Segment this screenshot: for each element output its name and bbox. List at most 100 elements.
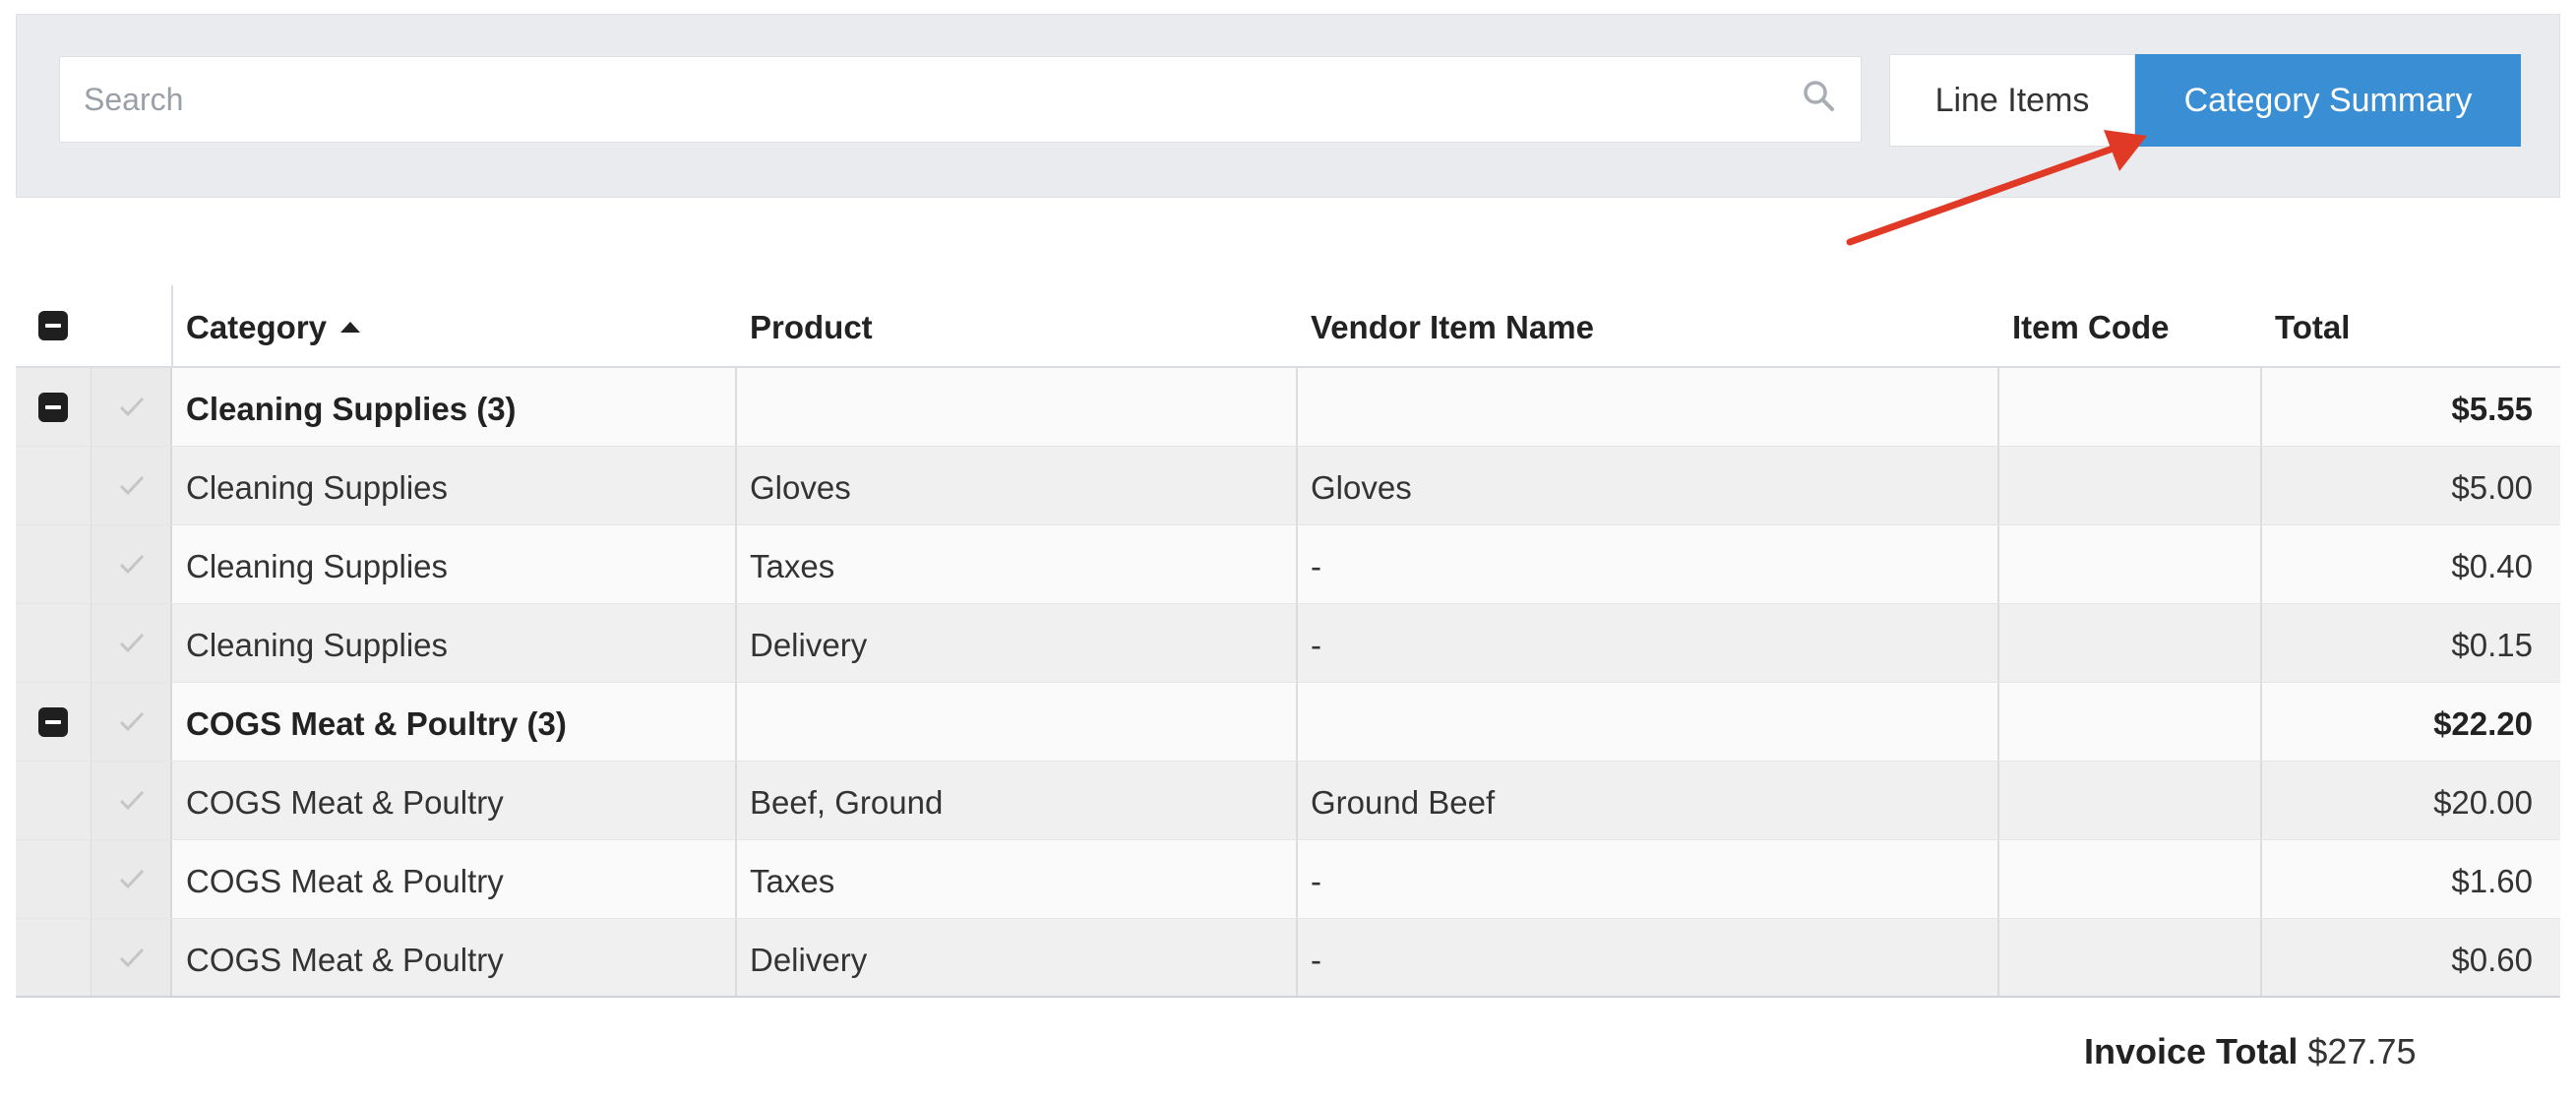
category-cell: COGS Meat & Poultry — [186, 863, 504, 899]
search-input[interactable] — [60, 57, 1861, 142]
column-divider — [2260, 447, 2262, 524]
product-cell: Taxes — [750, 863, 835, 899]
collapse-group-icon[interactable] — [38, 707, 68, 737]
column-divider — [2260, 525, 2262, 603]
total-cell: $0.15 — [2451, 627, 2533, 663]
column-divider — [735, 525, 737, 603]
category-header-label: Category — [186, 309, 328, 345]
group-row[interactable]: COGS Meat & Poultry (3) $22.20 — [16, 683, 2560, 762]
column-divider — [1296, 919, 1298, 996]
column-divider — [735, 368, 737, 446]
row-control-cell — [16, 447, 92, 524]
column-header-total[interactable]: Total — [2275, 309, 2350, 346]
vendor-item-name-cell: Ground Beef — [1311, 784, 1496, 821]
category-cell: COGS Meat & Poultry — [186, 784, 504, 821]
total-cell: $1.60 — [2451, 863, 2533, 899]
collapse-all-icon[interactable] — [38, 311, 68, 340]
vendor-item-name-cell: - — [1311, 942, 1321, 978]
column-divider — [2260, 604, 2262, 682]
table-row[interactable]: COGS Meat & Poultry Taxes - $1.60 — [16, 840, 2560, 919]
category-summary-button[interactable]: Category Summary — [2135, 54, 2521, 147]
table-row[interactable]: COGS Meat & Poultry Beef, Ground Ground … — [16, 762, 2560, 840]
row-check-cell — [92, 762, 172, 839]
column-divider — [735, 919, 737, 996]
row-check-cell — [92, 683, 172, 761]
invoice-total-value: $27.75 — [2307, 1031, 2417, 1071]
column-divider — [1997, 368, 1999, 446]
column-divider — [1997, 525, 1999, 603]
vendor-item-name-cell: Gloves — [1311, 469, 1412, 506]
row-control-cell — [16, 762, 92, 839]
column-divider — [1997, 919, 1999, 996]
search-box — [59, 56, 1862, 143]
row-check-cell — [92, 447, 172, 524]
column-divider — [2260, 840, 2262, 918]
view-toggle: Line Items Category Summary — [1889, 54, 2521, 147]
column-header-product[interactable]: Product — [750, 309, 873, 346]
search-icon[interactable] — [1800, 77, 1839, 116]
header-divider — [171, 285, 173, 366]
category-cell: Cleaning Supplies — [186, 548, 449, 584]
row-control-cell — [16, 683, 92, 761]
row-check-cell — [92, 604, 172, 682]
group-row[interactable]: Cleaning Supplies (3) $5.55 — [16, 368, 2560, 447]
group-total-cell: $22.20 — [2433, 705, 2533, 742]
category-cell: COGS Meat & Poultry — [186, 942, 504, 978]
column-divider — [2260, 762, 2262, 839]
total-cell: $0.60 — [2451, 942, 2533, 978]
column-header-item-code[interactable]: Item Code — [2012, 309, 2170, 346]
vendor-item-name-cell: - — [1311, 548, 1321, 584]
column-divider — [1997, 447, 1999, 524]
check-icon[interactable] — [118, 710, 146, 732]
column-header-category[interactable]: Category — [186, 309, 361, 346]
row-control-cell — [16, 368, 92, 446]
row-check-cell — [92, 919, 172, 996]
check-icon[interactable] — [118, 789, 146, 811]
column-divider — [1296, 525, 1298, 603]
check-icon[interactable] — [118, 868, 146, 889]
group-total-cell: $5.55 — [2451, 391, 2533, 427]
column-divider — [735, 604, 737, 682]
product-cell: Delivery — [750, 627, 868, 663]
column-divider — [1296, 447, 1298, 524]
total-cell: $5.00 — [2451, 469, 2533, 506]
check-icon[interactable] — [118, 474, 146, 496]
line-items-button[interactable]: Line Items — [1889, 54, 2135, 147]
column-divider — [735, 762, 737, 839]
table-row[interactable]: Cleaning Supplies Gloves Gloves $5.00 — [16, 447, 2560, 525]
row-control-cell — [16, 525, 92, 603]
row-control-cell — [16, 919, 92, 996]
invoice-total-label: Invoice Total — [2084, 1031, 2299, 1071]
row-control-cell — [16, 604, 92, 682]
column-divider — [1997, 604, 1999, 682]
column-divider — [735, 683, 737, 761]
row-check-cell — [92, 840, 172, 918]
row-control-cell — [16, 840, 92, 918]
vendor-item-name-cell: - — [1311, 627, 1321, 663]
check-icon[interactable] — [118, 553, 146, 575]
table-row[interactable]: Cleaning Supplies Delivery - $0.15 — [16, 604, 2560, 683]
column-divider — [1296, 762, 1298, 839]
table-row[interactable]: Cleaning Supplies Taxes - $0.40 — [16, 525, 2560, 604]
check-icon[interactable] — [118, 947, 146, 968]
row-check-cell — [92, 525, 172, 603]
toolbar: Line Items Category Summary — [16, 14, 2560, 198]
check-icon[interactable] — [118, 396, 146, 417]
column-divider — [1296, 840, 1298, 918]
table-header: Category Product Vendor Item Name Item C… — [16, 285, 2560, 368]
category-cell: Cleaning Supplies — [186, 469, 449, 506]
column-divider — [2260, 919, 2262, 996]
check-icon[interactable] — [118, 632, 146, 653]
column-divider — [2260, 683, 2262, 761]
column-header-vendor-item-name[interactable]: Vendor Item Name — [1311, 309, 1594, 346]
collapse-group-icon[interactable] — [38, 393, 68, 422]
table-row[interactable]: COGS Meat & Poultry Delivery - $0.60 — [16, 919, 2560, 998]
column-divider — [1296, 604, 1298, 682]
product-cell: Gloves — [750, 469, 851, 506]
vendor-item-name-cell: - — [1311, 863, 1321, 899]
group-category-cell: COGS Meat & Poultry (3) — [186, 705, 567, 742]
column-divider — [735, 840, 737, 918]
column-divider — [1296, 368, 1298, 446]
column-divider — [1997, 840, 1999, 918]
total-cell: $0.40 — [2451, 548, 2533, 584]
